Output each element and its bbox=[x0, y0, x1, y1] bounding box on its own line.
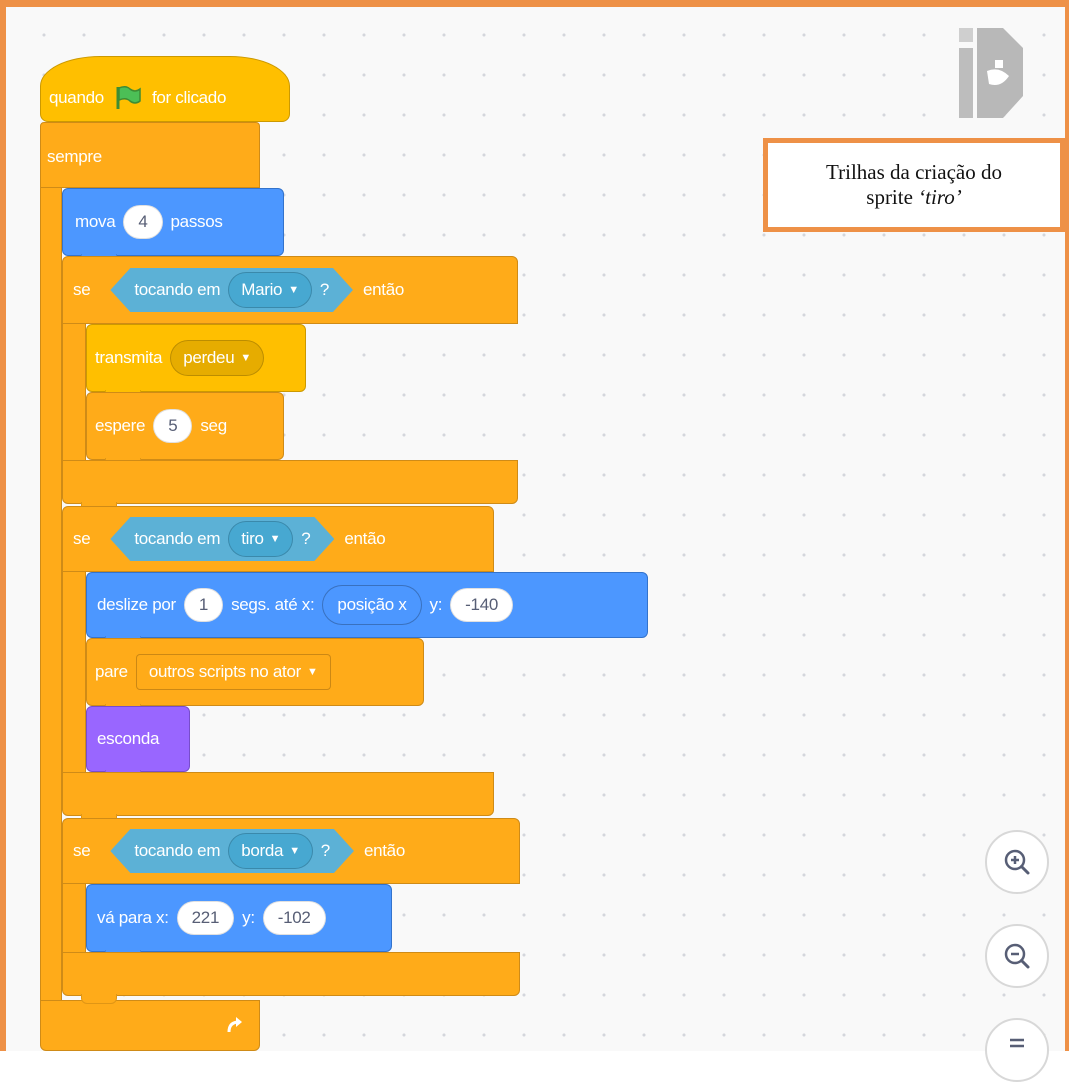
if-label: se bbox=[73, 280, 91, 299]
goto-label: vá para x: bbox=[97, 908, 169, 927]
hide-label: esconda bbox=[97, 729, 160, 748]
goto-y-label: y: bbox=[242, 908, 255, 927]
touching-label: tocando em bbox=[134, 529, 221, 548]
goto-y-input[interactable]: -102 bbox=[262, 901, 326, 935]
zoom-out-button[interactable] bbox=[985, 924, 1049, 988]
annotation-line-2: sprite ‘tiro’ bbox=[866, 185, 962, 209]
dropdown-arrow-icon: ▼ bbox=[269, 533, 281, 545]
if-touching-mario-block[interactable]: se tocando em Mario ▼ ? então bbox=[62, 256, 518, 324]
touching-edge-condition[interactable]: tocando em borda ▼ ? bbox=[110, 829, 354, 873]
glide-y-label: y: bbox=[429, 595, 443, 614]
touching-target-value: borda bbox=[241, 841, 284, 860]
question-mark: ? bbox=[320, 841, 330, 860]
goto-x-input[interactable]: 221 bbox=[176, 901, 235, 935]
wait-unit: seg bbox=[200, 416, 227, 435]
go-to-xy-block[interactable]: vá para x: 221 y: -102 bbox=[86, 884, 392, 960]
glide-seconds-input[interactable]: 1 bbox=[183, 588, 224, 622]
if-arm bbox=[62, 884, 86, 954]
annotation-box: Trilhas da criação do sprite ‘tiro’ bbox=[763, 138, 1065, 232]
dropdown-arrow-icon: ▼ bbox=[240, 352, 251, 364]
loop-arrow-icon bbox=[227, 1016, 242, 1032]
then-label: então bbox=[344, 529, 386, 548]
wait-seconds-input[interactable]: 5 bbox=[153, 409, 193, 443]
touching-label: tocando em bbox=[134, 841, 221, 860]
stop-option-dropdown[interactable]: outros scripts no ator ▼ bbox=[135, 654, 331, 690]
if-label: se bbox=[73, 529, 91, 548]
if-bottom bbox=[62, 772, 494, 824]
when-flag-clicked-block[interactable]: quando for clicado bbox=[40, 56, 290, 122]
zoom-in-icon bbox=[1004, 849, 1030, 875]
move-steps-block[interactable]: mova 4 passos bbox=[62, 188, 284, 264]
glide-label: deslize por bbox=[97, 595, 176, 614]
annotation-sprite-name: ‘tiro’ bbox=[918, 185, 962, 209]
question-mark: ? bbox=[319, 280, 329, 299]
if-touching-edge-block[interactable]: se tocando em borda ▼ ? então bbox=[62, 818, 520, 884]
touching-target-dropdown[interactable]: tiro ▼ bbox=[228, 521, 293, 557]
touching-label: tocando em bbox=[134, 280, 221, 299]
if-bottom bbox=[62, 460, 518, 512]
stop-block[interactable]: pare outros scripts no ator ▼ bbox=[86, 638, 424, 714]
x-position-reporter[interactable]: posição x bbox=[322, 585, 422, 625]
glide-block[interactable]: deslize por 1 segs. até x: posição x y: … bbox=[86, 572, 648, 646]
wait-label: espere bbox=[95, 416, 146, 435]
annotation-line-1: Trilhas da criação do bbox=[826, 159, 1002, 184]
dropdown-arrow-icon: ▼ bbox=[288, 284, 299, 296]
question-mark: ? bbox=[301, 529, 311, 548]
if-bottom bbox=[62, 952, 520, 1004]
hat-label-clicked: for clicado bbox=[151, 88, 227, 107]
wait-block[interactable]: espere 5 seg bbox=[86, 392, 284, 468]
dropdown-arrow-icon: ▼ bbox=[289, 845, 300, 857]
touching-target-value: tiro bbox=[241, 529, 264, 548]
zoom-in-button[interactable] bbox=[985, 830, 1049, 894]
if-label: se bbox=[73, 841, 91, 860]
glide-y-input[interactable]: -140 bbox=[450, 588, 513, 622]
hat-label-when: quando bbox=[49, 88, 104, 107]
forever-arm bbox=[40, 188, 62, 1018]
touching-target-value: Mario bbox=[241, 280, 283, 299]
touching-target-dropdown[interactable]: Mario ▼ bbox=[228, 272, 312, 308]
equals-icon bbox=[1010, 1038, 1024, 1048]
zoom-reset-button[interactable] bbox=[985, 1018, 1049, 1082]
broadcast-block[interactable]: transmita perdeu ▼ bbox=[86, 324, 306, 400]
steps-input[interactable]: 4 bbox=[123, 205, 163, 239]
broadcast-message-dropdown[interactable]: perdeu ▼ bbox=[170, 340, 264, 376]
sprite-watermark-icon bbox=[959, 28, 1023, 118]
forever-block[interactable]: sempre bbox=[40, 122, 260, 188]
broadcast-message-value: perdeu bbox=[183, 348, 235, 367]
green-flag-icon bbox=[116, 85, 141, 109]
x-position-value: posição x bbox=[337, 595, 407, 614]
then-label: então bbox=[362, 280, 405, 299]
stop-label: pare bbox=[95, 662, 128, 681]
then-label: então bbox=[363, 841, 405, 860]
glide-mid-label: segs. até x: bbox=[231, 595, 315, 614]
forever-label: sempre bbox=[47, 147, 102, 166]
if-arm bbox=[62, 572, 86, 772]
touching-mario-condition[interactable]: tocando em Mario ▼ ? bbox=[110, 268, 353, 312]
touching-tiro-condition[interactable]: tocando em tiro ▼ ? bbox=[110, 517, 334, 561]
broadcast-label: transmita bbox=[95, 348, 163, 367]
stop-option-value: outros scripts no ator bbox=[148, 662, 301, 681]
touching-target-dropdown[interactable]: borda ▼ bbox=[228, 833, 313, 869]
hide-block[interactable]: esconda bbox=[86, 706, 190, 780]
zoom-out-icon bbox=[1004, 943, 1030, 969]
move-unit: passos bbox=[170, 212, 223, 231]
dropdown-arrow-icon: ▼ bbox=[306, 666, 318, 678]
if-arm bbox=[62, 324, 86, 460]
move-label: mova bbox=[75, 212, 116, 231]
if-touching-tiro-block[interactable]: se tocando em tiro ▼ ? então bbox=[62, 506, 494, 572]
forever-bottom bbox=[40, 1000, 260, 1051]
